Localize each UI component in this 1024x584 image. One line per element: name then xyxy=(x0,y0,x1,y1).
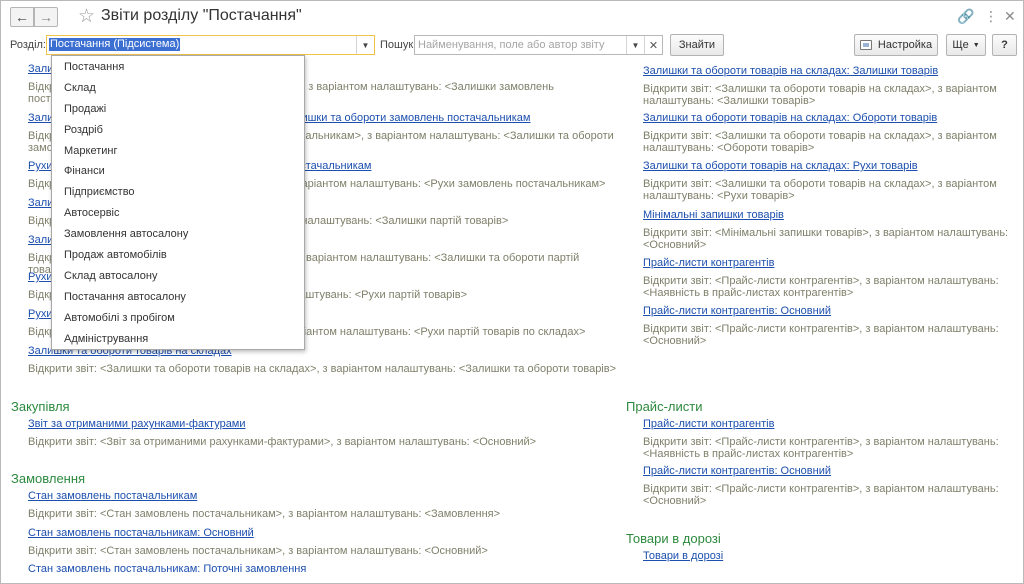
report-link[interactable]: Прайс-листи контрагентів: Основний xyxy=(643,304,1021,318)
report-link[interactable]: Залишки та обороти товарів на складах: З… xyxy=(643,64,1021,78)
dropdown-item[interactable]: Склад автосалону xyxy=(52,266,304,287)
report-link[interactable]: Прайс-листи контрагентів xyxy=(643,417,1021,431)
search-dropdown-button[interactable]: ▼ xyxy=(626,36,644,54)
back-button[interactable]: ← xyxy=(10,7,34,27)
report-entry: Залишки та обороти товарів на складах: З… xyxy=(643,64,1021,107)
report-link[interactable]: Залишки та обороти товарів на складах: О… xyxy=(643,111,1021,125)
report-description: Відкрити звіт: <Прайс-листи контрагентів… xyxy=(643,323,999,347)
favorite-star-icon[interactable]: ☆ xyxy=(78,5,95,28)
report-description: Відкрити звіт: <Стан замовлень постачаль… xyxy=(28,508,501,520)
report-link[interactable]: Стан замовлень постачальникам: Основний xyxy=(28,526,618,540)
section-title: Товари в дорозі xyxy=(626,531,721,546)
report-entry: Прайс-листи контрагентів Відкрити звіт: … xyxy=(643,417,1021,460)
close-icon[interactable]: ✕ xyxy=(1004,8,1016,25)
dropdown-item[interactable]: Роздріб xyxy=(52,120,304,141)
report-entry: Звіт за отриманими рахунками-фактурами В… xyxy=(28,417,618,448)
report-description: Відкрити звіт: <Залишки та обороти товар… xyxy=(643,83,997,107)
razdil-select[interactable]: Постачання (Підсистема) ▼ xyxy=(46,35,375,55)
report-link[interactable]: Залишки та обороти товарів на складах: Р… xyxy=(643,159,1021,173)
settings-button[interactable]: Настройка xyxy=(854,34,938,56)
section-title: Прайс-листи xyxy=(626,399,703,414)
poshuk-label: Пошук: xyxy=(380,39,417,51)
find-button[interactable]: Знайти xyxy=(670,34,724,56)
report-entry: Стан замовлень постачальникам Відкрити з… xyxy=(28,489,618,520)
help-button[interactable]: ? xyxy=(992,34,1017,56)
chevron-down-icon: ▼ xyxy=(972,41,980,49)
report-link[interactable]: Прайс-листи контрагентів: Основний xyxy=(643,464,1021,478)
arrow-left-icon: ← xyxy=(15,9,29,25)
razdil-label: Розділ: xyxy=(10,39,46,51)
report-link[interactable]: Прайс-листи контрагентів xyxy=(643,256,1021,270)
dropdown-item[interactable]: Постачання xyxy=(52,57,304,78)
arrow-right-icon: → xyxy=(39,9,53,25)
report-entry: Прайс-листи контрагентів Відкрити звіт: … xyxy=(643,256,1021,299)
razdil-value: Постачання (Підсистема) xyxy=(49,38,181,51)
report-description: Відкрити звіт: <Звіт за отриманими рахун… xyxy=(28,436,537,448)
title-bar: ← → ☆ Звіти розділу "Постачання" 🔗 ⋮ ✕ xyxy=(1,1,1023,33)
dropdown-item[interactable]: Підприємство xyxy=(52,182,304,203)
more-menu-icon[interactable]: ⋮ xyxy=(984,8,998,25)
search-input[interactable]: Найменування, поле або автор звіту ▼ ✕ xyxy=(414,35,663,55)
report-link[interactable]: Товари в дорозі xyxy=(643,549,1021,563)
chevron-down-icon: ▼ xyxy=(361,40,370,50)
close-icon: ✕ xyxy=(648,39,659,52)
razdil-dropdown-button[interactable]: ▼ xyxy=(356,36,374,54)
dropdown-item[interactable]: Постачання автосалону xyxy=(52,287,304,308)
dropdown-item[interactable]: Продаж автомобілів xyxy=(52,245,304,266)
report-entry: Залишки та обороти товарів на складах: Р… xyxy=(643,159,1021,202)
report-entry: Прайс-листи контрагентів: Основний Відкр… xyxy=(643,304,1021,347)
forward-button[interactable]: → xyxy=(34,7,58,27)
link-icon[interactable]: 🔗 xyxy=(957,8,974,25)
dropdown-item[interactable]: Замовлення автосалону xyxy=(52,224,304,245)
report-entry: Прайс-листи контрагентів: Основний Відкр… xyxy=(643,464,1021,507)
section-title: Замовлення xyxy=(11,471,86,486)
more-button[interactable]: Ще ▼ xyxy=(946,34,986,56)
dropdown-item[interactable]: Продажі xyxy=(52,99,304,120)
dropdown-item[interactable]: Автосервіс xyxy=(52,203,304,224)
report-entry: Товари в дорозі xyxy=(643,549,1021,563)
report-link[interactable]: Стан замовлень постачальникам xyxy=(28,489,618,503)
report-description: Відкрити звіт: <Прайс-листи контрагентів… xyxy=(643,275,999,299)
report-description: Відкрити звіт: <Прайс-листи контрагентів… xyxy=(643,483,999,507)
report-description: Відкрити звіт: <Прайс-листи контрагентів… xyxy=(643,436,999,460)
dropdown-item[interactable]: Автомобілі з пробігом xyxy=(52,308,304,329)
section-title: Закупівля xyxy=(11,399,70,414)
report-link[interactable]: Звіт за отриманими рахунками-фактурами xyxy=(28,417,618,431)
report-description: Відкрити звіт: <Залишки та обороти товар… xyxy=(28,363,617,375)
report-entry: Стан замовлень постачальникам: Поточні з… xyxy=(28,562,618,576)
razdil-dropdown-list: Постачання Склад Продажі Роздріб Маркети… xyxy=(51,55,305,350)
report-entry: Мінімальні запишки товарів Відкрити звіт… xyxy=(643,208,1021,251)
report-link[interactable]: Стан замовлень постачальникам: Поточні з… xyxy=(28,562,618,576)
report-description: Відкрити звіт: <Мінімальні запишки товар… xyxy=(643,227,1009,251)
search-clear-button[interactable]: ✕ xyxy=(644,36,662,54)
report-entry: Стан замовлень постачальникам: Основний … xyxy=(28,526,618,557)
chevron-down-icon: ▼ xyxy=(631,40,640,50)
report-description: Відкрити звіт: <Залишки та обороти товар… xyxy=(643,130,997,154)
more-label: Ще xyxy=(952,39,969,51)
dropdown-item[interactable]: Маркетинг xyxy=(52,141,304,162)
dropdown-item[interactable]: Склад xyxy=(52,78,304,99)
dropdown-item[interactable]: Фінанси xyxy=(52,161,304,182)
report-window: ← → ☆ Звіти розділу "Постачання" 🔗 ⋮ ✕ Р… xyxy=(0,0,1024,584)
settings-icon xyxy=(859,40,872,50)
dropdown-item[interactable]: Адміністрування xyxy=(52,329,304,350)
report-link[interactable]: Мінімальні запишки товарів xyxy=(643,208,1021,222)
report-description: Відкрити звіт: <Стан замовлень постачаль… xyxy=(28,545,488,557)
settings-label: Настройка xyxy=(877,39,933,51)
window-title: Звіти розділу "Постачання" xyxy=(101,7,302,24)
search-placeholder: Найменування, поле або автор звіту xyxy=(418,39,605,51)
report-description: Відкрити звіт: <Залишки та обороти товар… xyxy=(643,178,997,202)
report-entry: Залишки та обороти товарів на складах: О… xyxy=(643,111,1021,154)
